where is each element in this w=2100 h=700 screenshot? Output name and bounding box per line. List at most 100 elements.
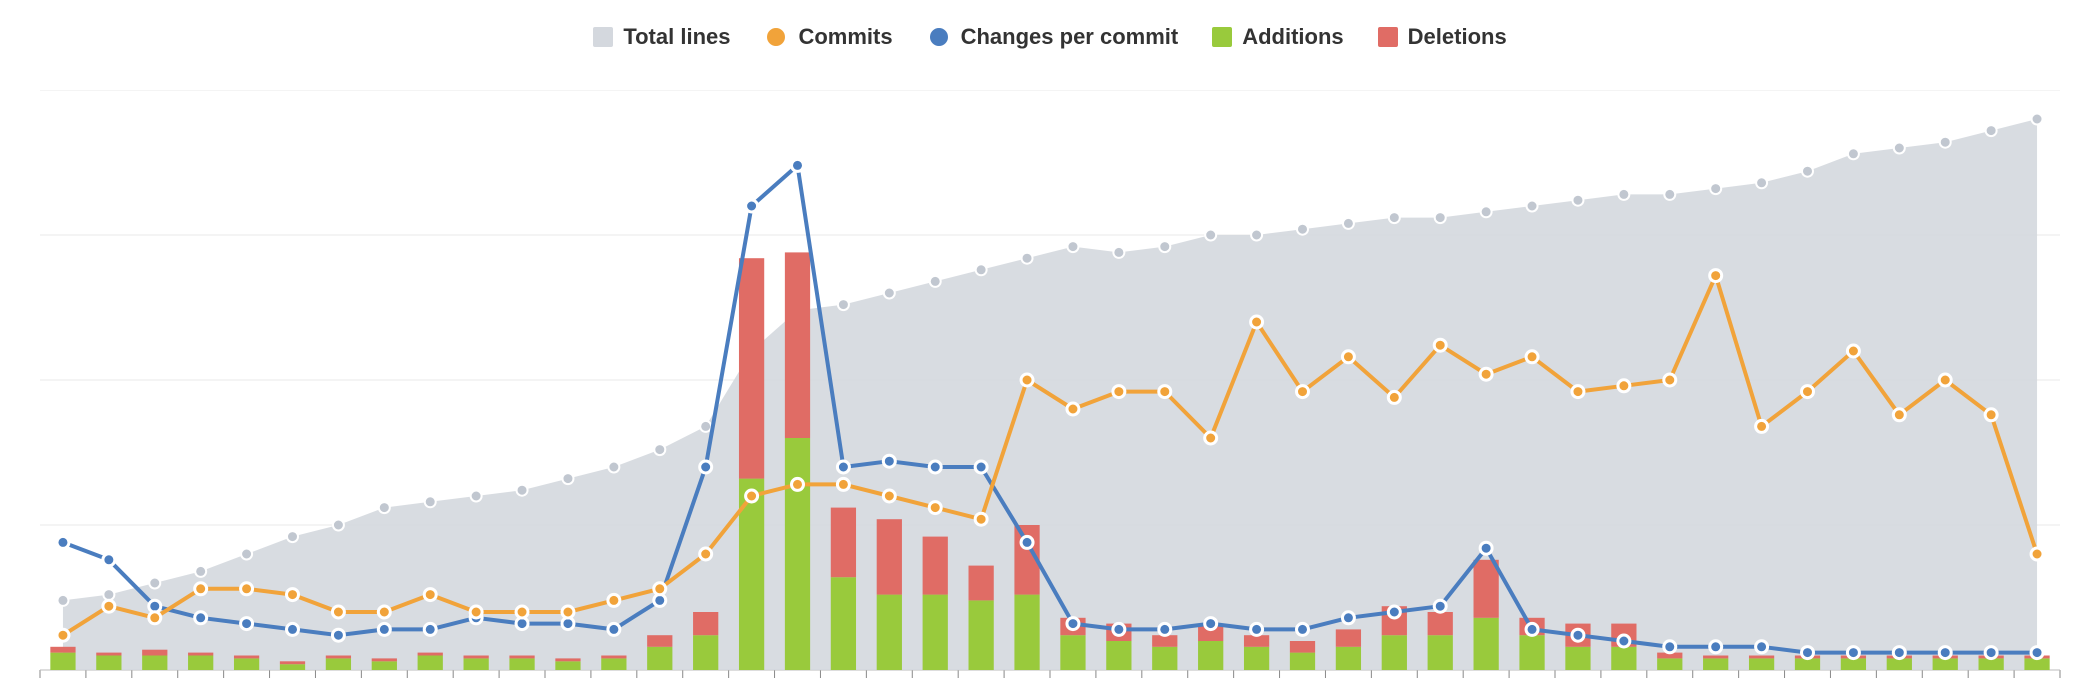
bar-deletions bbox=[969, 566, 994, 601]
bar-additions bbox=[1749, 658, 1774, 670]
dot-total-lines bbox=[700, 421, 711, 432]
legend-label: Additions bbox=[1242, 24, 1343, 50]
bar-deletions bbox=[418, 653, 443, 656]
dot-changes-per-commit bbox=[332, 629, 344, 641]
bar-deletions bbox=[647, 635, 672, 647]
legend-item-additions[interactable]: Additions bbox=[1212, 24, 1343, 50]
bar-deletions bbox=[1474, 560, 1499, 618]
legend-item-commits[interactable]: Commits bbox=[764, 24, 892, 50]
dot-commits bbox=[149, 612, 161, 624]
dot-changes-per-commit bbox=[103, 554, 115, 566]
dot-total-lines bbox=[287, 531, 298, 542]
bar-additions bbox=[969, 600, 994, 670]
dot-total-lines bbox=[425, 496, 436, 507]
bar-additions bbox=[877, 595, 902, 670]
dot-total-lines bbox=[1159, 241, 1170, 252]
bar-additions bbox=[1336, 647, 1361, 670]
bar-additions bbox=[188, 656, 213, 671]
bar-additions bbox=[831, 577, 856, 670]
bar-additions bbox=[142, 656, 167, 671]
dot-total-lines bbox=[195, 566, 206, 577]
dot-commits bbox=[1021, 374, 1033, 386]
bar-additions bbox=[234, 658, 259, 670]
dot-changes-per-commit bbox=[700, 461, 712, 473]
bar-additions bbox=[50, 653, 75, 670]
swatch-changes bbox=[927, 25, 951, 49]
bar-deletions bbox=[739, 258, 764, 478]
bar-additions bbox=[923, 595, 948, 670]
bar-deletions bbox=[1336, 629, 1361, 646]
bar-deletions bbox=[509, 656, 534, 659]
dot-total-lines bbox=[654, 444, 665, 455]
bar-additions bbox=[1703, 658, 1728, 670]
dot-total-lines bbox=[1435, 212, 1446, 223]
dot-total-lines bbox=[1297, 224, 1308, 235]
swatch-commits bbox=[764, 25, 788, 49]
bar-deletions bbox=[1703, 656, 1728, 659]
dot-total-lines bbox=[2032, 114, 2043, 125]
dot-total-lines bbox=[1067, 241, 1078, 252]
bar-additions bbox=[693, 635, 718, 670]
dot-changes-per-commit bbox=[1664, 641, 1676, 653]
dot-commits bbox=[1113, 386, 1125, 398]
dot-changes-per-commit bbox=[1480, 542, 1492, 554]
dot-changes-per-commit bbox=[1710, 641, 1722, 653]
dot-changes-per-commit bbox=[378, 623, 390, 635]
dot-commits bbox=[470, 606, 482, 618]
dot-total-lines bbox=[1940, 137, 1951, 148]
dot-commits bbox=[1297, 386, 1309, 398]
dot-changes-per-commit bbox=[1297, 623, 1309, 635]
swatch-total-lines bbox=[593, 27, 613, 47]
dot-commits bbox=[1756, 420, 1768, 432]
bar-additions bbox=[464, 658, 489, 670]
chart-legend: Total lines Commits Changes per commit A… bbox=[0, 0, 2100, 60]
bar-deletions bbox=[1749, 656, 1774, 659]
bar-deletions bbox=[234, 656, 259, 659]
bar-deletions bbox=[280, 661, 305, 664]
dot-commits bbox=[287, 589, 299, 601]
dot-commits bbox=[608, 594, 620, 606]
bar-additions bbox=[1382, 635, 1407, 670]
dot-changes-per-commit bbox=[1985, 647, 1997, 659]
dot-commits bbox=[1388, 391, 1400, 403]
legend-item-total-lines[interactable]: Total lines bbox=[593, 24, 730, 50]
bar-deletions bbox=[923, 537, 948, 595]
bar-additions bbox=[1060, 635, 1085, 670]
dot-changes-per-commit bbox=[2031, 647, 2043, 659]
legend-item-deletions[interactable]: Deletions bbox=[1378, 24, 1507, 50]
dot-total-lines bbox=[562, 473, 573, 484]
dot-total-lines bbox=[1664, 189, 1675, 200]
dot-changes-per-commit bbox=[975, 461, 987, 473]
dot-commits bbox=[1526, 351, 1538, 363]
dot-changes-per-commit bbox=[241, 618, 253, 630]
dot-total-lines bbox=[608, 462, 619, 473]
dot-commits bbox=[1893, 409, 1905, 421]
legend-label: Deletions bbox=[1408, 24, 1507, 50]
dot-commits bbox=[654, 583, 666, 595]
dot-commits bbox=[929, 502, 941, 514]
dot-total-lines bbox=[149, 578, 160, 589]
bar-deletions bbox=[50, 647, 75, 653]
bar-additions bbox=[96, 656, 121, 671]
dot-commits bbox=[57, 629, 69, 641]
bar-additions bbox=[1290, 653, 1315, 670]
bar-additions bbox=[1152, 647, 1177, 670]
dot-changes-per-commit bbox=[1847, 647, 1859, 659]
bar-additions bbox=[372, 661, 397, 670]
dot-changes-per-commit bbox=[1342, 612, 1354, 624]
dot-total-lines bbox=[1343, 218, 1354, 229]
legend-item-changes-per-commit[interactable]: Changes per commit bbox=[927, 24, 1179, 50]
bar-additions bbox=[1657, 658, 1682, 670]
dot-total-lines bbox=[471, 491, 482, 502]
dot-commits bbox=[700, 548, 712, 560]
bar-deletions bbox=[1428, 612, 1453, 635]
dot-changes-per-commit bbox=[746, 200, 758, 212]
dot-total-lines bbox=[1572, 195, 1583, 206]
bar-additions bbox=[1841, 658, 1866, 670]
bar-deletions bbox=[877, 519, 902, 594]
bar-additions bbox=[555, 661, 580, 670]
dot-changes-per-commit bbox=[1021, 536, 1033, 548]
swatch-deletions bbox=[1378, 27, 1398, 47]
dot-total-lines bbox=[976, 264, 987, 275]
legend-label: Commits bbox=[798, 24, 892, 50]
